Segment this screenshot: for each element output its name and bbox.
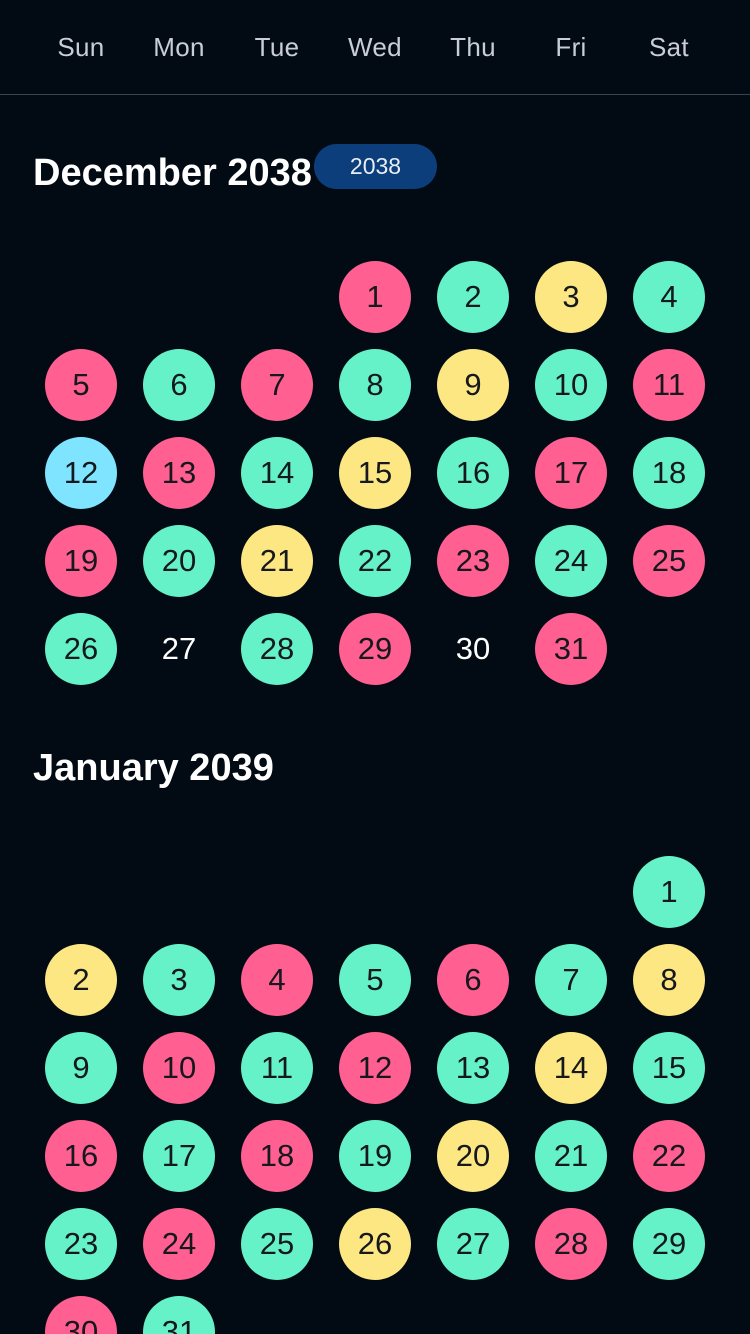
month-title-december-2038: December 2038 bbox=[33, 152, 312, 194]
day-cell[interactable]: 21 bbox=[535, 1120, 607, 1192]
day-cell[interactable]: 11 bbox=[241, 1032, 313, 1104]
day-cell[interactable]: 15 bbox=[633, 1032, 705, 1104]
day-cell[interactable]: 6 bbox=[437, 944, 509, 1016]
day-cell[interactable]: 4 bbox=[241, 944, 313, 1016]
day-cell[interactable]: 10 bbox=[535, 349, 607, 421]
day-cell[interactable]: 23 bbox=[45, 1208, 117, 1280]
day-cell[interactable]: 22 bbox=[339, 525, 411, 597]
day-cell[interactable]: 17 bbox=[143, 1120, 215, 1192]
day-cell[interactable]: 14 bbox=[241, 437, 313, 509]
weekday-mon: Mon bbox=[153, 31, 205, 62]
day-cell[interactable]: 25 bbox=[241, 1208, 313, 1280]
day-cell[interactable]: 1 bbox=[633, 856, 705, 928]
day-cell[interactable]: 4 bbox=[633, 261, 705, 333]
day-cell[interactable]: 15 bbox=[339, 437, 411, 509]
day-cell[interactable]: 31 bbox=[143, 1296, 215, 1334]
day-cell[interactable]: 8 bbox=[633, 944, 705, 1016]
day-cell[interactable]: 5 bbox=[45, 349, 117, 421]
day-cell[interactable]: 24 bbox=[535, 525, 607, 597]
day-cell[interactable]: 27 bbox=[437, 1208, 509, 1280]
weekday-wed: Wed bbox=[348, 31, 402, 62]
day-cell[interactable]: 6 bbox=[143, 349, 215, 421]
day-cell[interactable]: 9 bbox=[45, 1032, 117, 1104]
day-cell[interactable]: 7 bbox=[535, 944, 607, 1016]
day-cell[interactable]: 18 bbox=[633, 437, 705, 509]
day-cell[interactable]: 22 bbox=[633, 1120, 705, 1192]
day-cell[interactable]: 28 bbox=[241, 613, 313, 685]
day-cell[interactable]: 26 bbox=[45, 613, 117, 685]
day-cell[interactable]: 9 bbox=[437, 349, 509, 421]
day-cell[interactable]: 29 bbox=[633, 1208, 705, 1280]
day-cell[interactable]: 30 bbox=[45, 1296, 117, 1334]
day-cell[interactable]: 2 bbox=[437, 261, 509, 333]
day-cell[interactable]: 29 bbox=[339, 613, 411, 685]
day-cell[interactable]: 28 bbox=[535, 1208, 607, 1280]
weekday-tue: Tue bbox=[254, 31, 300, 62]
calendar-scroll-area[interactable]: December 2038 January 2039 2038 12345678… bbox=[0, 96, 750, 1334]
weekday-sun: Sun bbox=[57, 31, 105, 62]
day-cell[interactable]: 1 bbox=[339, 261, 411, 333]
day-cell[interactable]: 2 bbox=[45, 944, 117, 1016]
day-cell[interactable]: 12 bbox=[45, 437, 117, 509]
day-cell[interactable]: 16 bbox=[437, 437, 509, 509]
day-cell[interactable]: 31 bbox=[535, 613, 607, 685]
day-cell[interactable]: 13 bbox=[437, 1032, 509, 1104]
day-cell[interactable]: 19 bbox=[339, 1120, 411, 1192]
day-cell[interactable]: 18 bbox=[241, 1120, 313, 1192]
day-cell[interactable]: 19 bbox=[45, 525, 117, 597]
day-cell[interactable]: 25 bbox=[633, 525, 705, 597]
weekday-thu: Thu bbox=[450, 31, 496, 62]
day-cell[interactable]: 3 bbox=[535, 261, 607, 333]
day-cell[interactable]: 12 bbox=[339, 1032, 411, 1104]
day-cell[interactable]: 30 bbox=[437, 613, 509, 685]
day-cell[interactable]: 14 bbox=[535, 1032, 607, 1104]
weekday-fri: Fri bbox=[555, 31, 587, 62]
day-cell[interactable]: 23 bbox=[437, 525, 509, 597]
weekday-header: Sun Mon Tue Wed Thu Fri Sat bbox=[0, 0, 750, 95]
day-cell[interactable]: 26 bbox=[339, 1208, 411, 1280]
day-cell[interactable]: 10 bbox=[143, 1032, 215, 1104]
day-cell[interactable]: 20 bbox=[437, 1120, 509, 1192]
day-cell[interactable]: 13 bbox=[143, 437, 215, 509]
day-cell[interactable]: 7 bbox=[241, 349, 313, 421]
day-cell[interactable]: 8 bbox=[339, 349, 411, 421]
day-cell[interactable]: 5 bbox=[339, 944, 411, 1016]
day-cell[interactable]: 20 bbox=[143, 525, 215, 597]
day-cell[interactable]: 17 bbox=[535, 437, 607, 509]
weekday-sat: Sat bbox=[649, 31, 689, 62]
day-cell[interactable]: 3 bbox=[143, 944, 215, 1016]
day-cell[interactable]: 24 bbox=[143, 1208, 215, 1280]
day-cell[interactable]: 11 bbox=[633, 349, 705, 421]
month-title-january-2039: January 2039 bbox=[33, 747, 274, 789]
day-cell[interactable]: 27 bbox=[143, 613, 215, 685]
day-cell[interactable]: 16 bbox=[45, 1120, 117, 1192]
year-indicator-pill: 2038 bbox=[314, 144, 437, 189]
day-cell[interactable]: 21 bbox=[241, 525, 313, 597]
